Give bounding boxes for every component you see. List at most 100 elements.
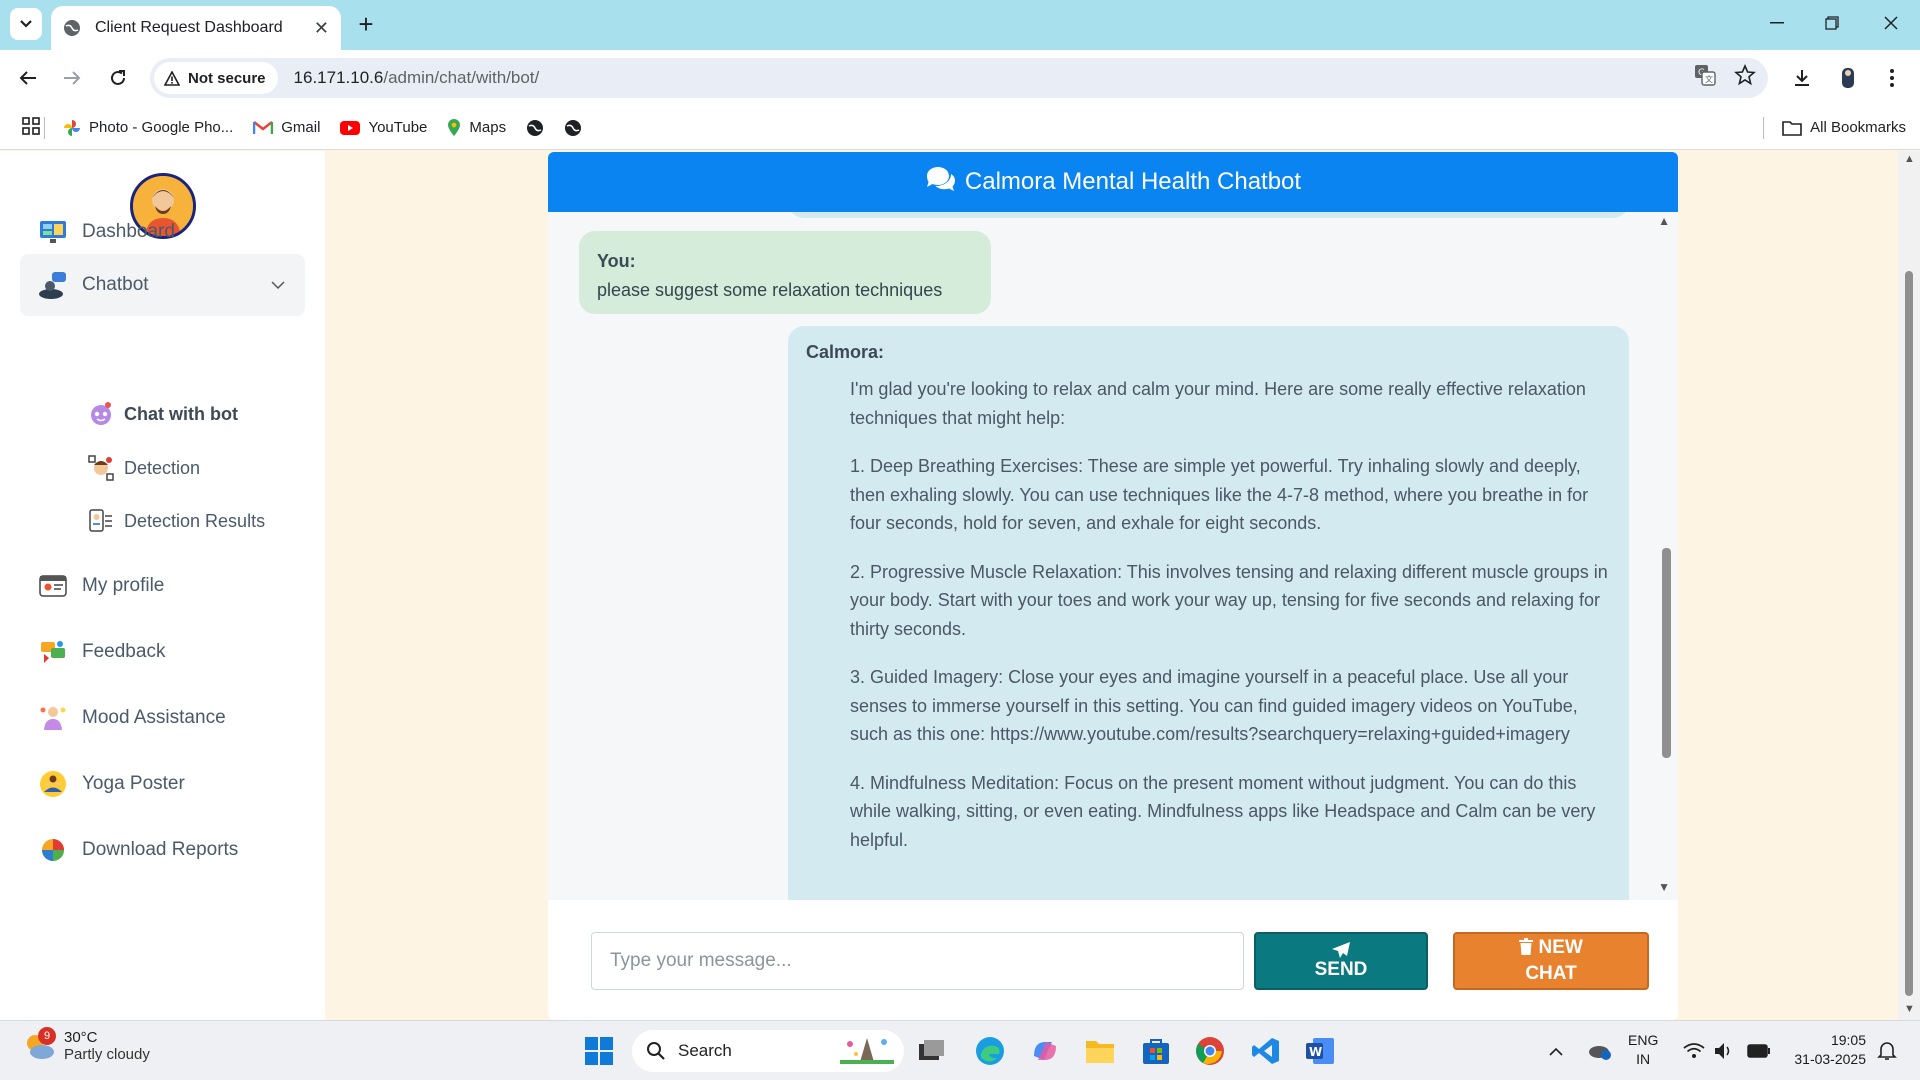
google-photos-icon [64, 119, 80, 136]
taskbar-vscode[interactable] [1248, 1033, 1284, 1069]
tab-search-button[interactable] [10, 8, 42, 40]
folder-icon [1086, 1041, 1114, 1063]
send-button[interactable]: SEND [1254, 932, 1428, 990]
sidebar: Dashboard Chatbot Chat with bot Detectio… [0, 151, 325, 1020]
bot-paragraph: I'm glad you're looking to relax and cal… [850, 379, 1586, 428]
chevron-up-icon [1549, 1047, 1563, 1056]
weather-widget[interactable]: 9 30°C Partly cloudy [22, 1027, 150, 1063]
taskbar-search[interactable]: Search [632, 1030, 904, 1072]
sidebar-item-label: Download Reports [82, 839, 239, 860]
onedrive-status[interactable] [1585, 1033, 1615, 1069]
sidebar-item-chatbot[interactable]: Chatbot [20, 254, 305, 316]
security-label: Not secure [188, 69, 266, 87]
clock[interactable]: 19:05 31-03-2025 [1786, 1031, 1866, 1069]
volume-status[interactable] [1711, 1033, 1737, 1069]
taskbar-edge[interactable] [972, 1033, 1008, 1069]
reload-button[interactable] [102, 62, 134, 94]
page-scrollbar[interactable]: ▲ ▼ [1898, 151, 1920, 1020]
wifi-status[interactable] [1681, 1033, 1707, 1069]
user-message-author: You: [597, 251, 636, 271]
close-tab-icon[interactable]: ✕ [314, 18, 329, 39]
page-scroll-down-icon[interactable]: ▼ [1904, 1003, 1915, 1015]
subitem-label: Chat with bot [124, 403, 238, 424]
dashboard-icon [38, 217, 68, 247]
windows-taskbar: 9 30°C Partly cloudy Search W ENG IN 19:… [0, 1020, 1920, 1080]
bookmark-youtube[interactable]: YouTube [340, 119, 427, 136]
chat-scrollbar-thumb[interactable] [1662, 548, 1671, 758]
all-bookmarks-label: All Bookmarks [1810, 119, 1906, 136]
sidebar-item-download-reports[interactable]: Download Reports [20, 819, 305, 881]
address-bar[interactable]: Not secure 16.171.10.6/admin/chat/with/b… [150, 58, 1768, 98]
bookmark-globe-1[interactable] [526, 119, 544, 137]
sidebar-subitem-chat-with-bot[interactable]: Chat with bot [88, 394, 238, 434]
bookmark-label: Maps [469, 119, 507, 136]
bookmark-globe-2[interactable] [564, 119, 582, 137]
sidebar-item-yoga-poster[interactable]: Yoga Poster [20, 753, 305, 815]
translate-icon[interactable]: G文 [1694, 64, 1716, 91]
taskbar-chrome[interactable] [1192, 1033, 1228, 1069]
bookmark-google-photos[interactable]: Photo - Google Pho... [63, 119, 233, 137]
browser-tab-active[interactable]: Client Request Dashboard ✕ [51, 6, 341, 50]
reload-icon [111, 70, 125, 85]
close-window-button[interactable] [1876, 8, 1906, 38]
svg-text:文: 文 [1705, 74, 1713, 84]
message-input[interactable] [591, 932, 1244, 990]
bookmark-gmail[interactable]: Gmail [253, 119, 320, 136]
minimize-window-button[interactable] [1762, 8, 1792, 38]
browser-menu-button[interactable] [1876, 62, 1908, 94]
sidebar-item-my-profile[interactable]: My profile [20, 555, 305, 617]
arrow-right-icon [64, 71, 81, 85]
bookmark-label: YouTube [368, 119, 428, 136]
scroll-up-arrow-icon[interactable]: ▲ [1658, 214, 1670, 228]
user-message-text: please suggest some relaxation technique… [597, 280, 943, 300]
notifications-button[interactable] [1873, 1033, 1901, 1069]
sidebar-subitem-detection-results[interactable]: Detection Results [88, 501, 265, 541]
download-icon [1795, 70, 1809, 86]
new-tab-button[interactable]: + [352, 10, 380, 38]
start-button[interactable] [581, 1033, 617, 1069]
results-icon [88, 508, 114, 534]
bookmark-maps[interactable]: Maps [447, 118, 506, 137]
restore-window-button[interactable] [1817, 8, 1847, 38]
feedback-icon [38, 637, 68, 667]
scroll-down-arrow-icon[interactable]: ▼ [1658, 880, 1670, 894]
downloads-button[interactable] [1786, 62, 1818, 94]
store-icon [1143, 1039, 1169, 1064]
youtube-icon [340, 120, 361, 135]
sidebar-item-label: Chatbot [82, 274, 149, 295]
globe-icon [64, 20, 80, 36]
taskbar-file-explorer[interactable] [1082, 1033, 1118, 1069]
arrow-left-icon [19, 71, 36, 85]
bot-paragraph: 4. Mindfulness Meditation: Focus on the … [850, 772, 1596, 850]
forward-button[interactable] [56, 62, 88, 94]
bookmark-star-icon[interactable] [1734, 63, 1756, 91]
globe-icon [527, 119, 544, 136]
sidebar-item-feedback[interactable]: Feedback [20, 621, 305, 683]
wifi-icon [1683, 1043, 1705, 1058]
bookmark-label: Photo - Google Pho... [89, 119, 234, 136]
back-button[interactable] [12, 62, 44, 94]
language-indicator[interactable]: ENG IN [1628, 1031, 1658, 1069]
page-scroll-up-icon[interactable]: ▲ [1904, 153, 1915, 165]
show-hidden-icons-button[interactable] [1543, 1033, 1569, 1069]
sidebar-item-mood-assistance[interactable]: Mood Assistance [20, 687, 305, 749]
browser-toolbar: Not secure 16.171.10.6/admin/chat/with/b… [0, 50, 1920, 106]
chatbot-icon [38, 270, 68, 300]
taskbar-copilot[interactable] [1027, 1033, 1063, 1069]
taskbar-word[interactable]: W [1302, 1033, 1338, 1069]
mood-icon [38, 703, 68, 733]
site-info-button[interactable]: Not secure [154, 62, 278, 94]
profile-button[interactable] [1832, 62, 1864, 94]
apps-grid-icon[interactable] [22, 116, 40, 139]
taskbar-microsoft-store[interactable] [1138, 1033, 1174, 1069]
page-scrollbar-thumb[interactable] [1905, 271, 1913, 996]
new-chat-button[interactable]: NEW CHAT [1453, 932, 1649, 990]
chat-messages[interactable]: You: please suggest some relaxation tech… [548, 212, 1678, 900]
battery-icon [1747, 1044, 1770, 1058]
chevron-down-icon[interactable] [271, 277, 285, 293]
all-bookmarks-button[interactable]: All Bookmarks [1782, 119, 1906, 136]
taskbar-task-view[interactable] [914, 1033, 950, 1069]
battery-status[interactable] [1744, 1033, 1774, 1069]
bot-message-author: Calmora: [806, 342, 885, 362]
sidebar-subitem-detection[interactable]: Detection [88, 448, 200, 488]
